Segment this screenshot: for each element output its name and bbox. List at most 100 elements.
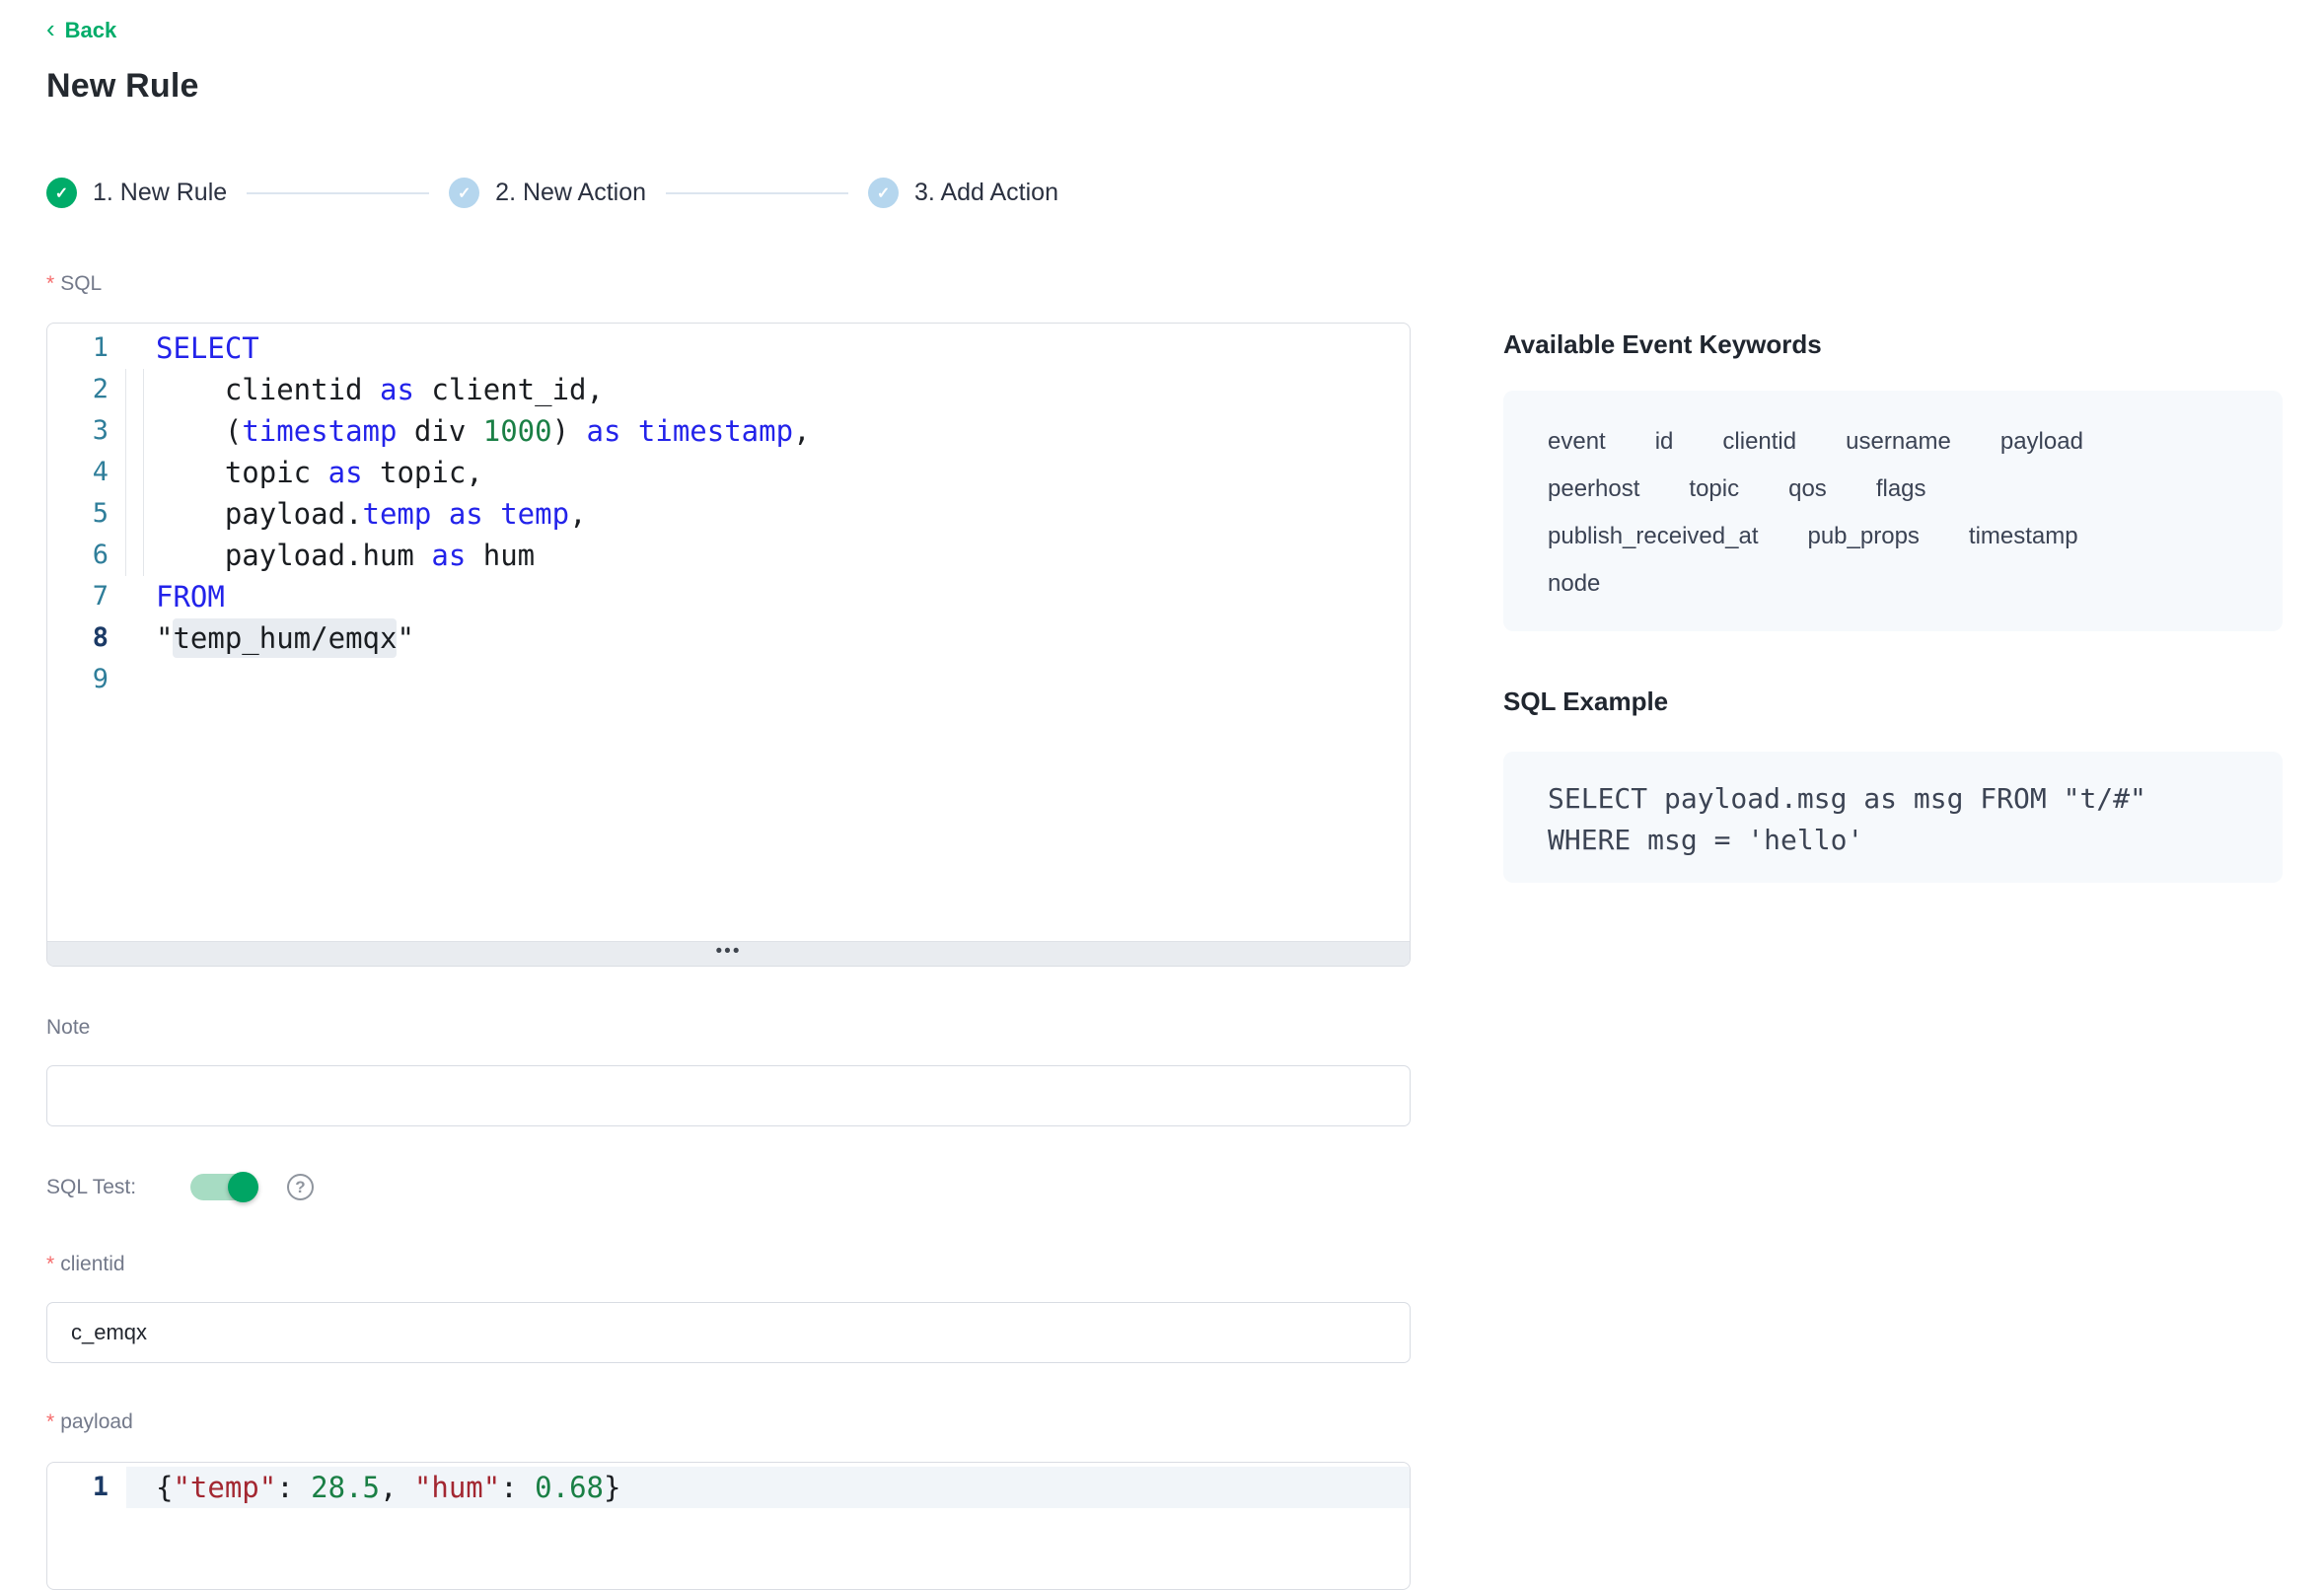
event-keyword: publish_received_at — [1548, 523, 1758, 550]
line-number: 3 — [47, 410, 126, 452]
payload-editor[interactable]: 1{"temp": 28.5, "hum": 0.68} — [46, 1462, 1411, 1590]
code-token — [620, 414, 637, 448]
event-keyword: payload — [2000, 428, 2083, 456]
event-keyword: qos — [1788, 475, 1827, 503]
note-field-label: Note — [46, 1016, 90, 1040]
code-token: div — [397, 414, 482, 448]
code-token: , — [569, 497, 586, 531]
step-item-1[interactable]: ✓ 1. New Rule — [46, 178, 227, 208]
code-token: temp_hum/emqx — [173, 618, 397, 658]
page-title: New Rule — [46, 67, 199, 106]
code-token: , — [380, 1471, 414, 1504]
event-keyword: timestamp — [1969, 523, 2078, 550]
sql-example-title: SQL Example — [1503, 687, 1668, 717]
event-keyword: peerhost — [1548, 475, 1639, 503]
code-token: ( — [156, 414, 242, 448]
line-number: 1 — [47, 1467, 126, 1508]
step-label: 1. New Rule — [93, 179, 227, 207]
step-check-icon: ✓ — [449, 178, 479, 208]
code-token: client_id, — [414, 373, 604, 406]
step-label: 3. Add Action — [914, 179, 1058, 207]
line-number: 8 — [47, 617, 126, 659]
line-number: 4 — [47, 452, 126, 493]
keyword-row: node — [1548, 560, 2238, 608]
line-number: 2 — [47, 369, 126, 410]
clientid-field-label: *clientid — [46, 1253, 125, 1276]
drag-dots-icon: ••• — [716, 942, 742, 961]
code-token: topic — [156, 456, 328, 489]
event-keyword: id — [1655, 428, 1674, 456]
sql-editor[interactable]: 1SELECT2 clientid as client_id,3 (timest… — [46, 323, 1411, 967]
chevron-left-icon: ‹ — [46, 16, 55, 41]
code-token: , — [793, 414, 810, 448]
code-line-content: (timestamp div 1000) as timestamp, — [126, 410, 1410, 452]
indent-guide — [143, 369, 144, 576]
code-line-content: payload.hum as hum — [126, 535, 1410, 576]
step-connector — [666, 192, 848, 194]
keyword-row: publish_received_at pub_props timestamp — [1548, 513, 2238, 560]
code-token: "hum" — [414, 1471, 500, 1504]
code-line: 9 — [47, 659, 1410, 700]
code-token: topic, — [363, 456, 483, 489]
code-line: 7FROM — [47, 576, 1410, 617]
sql-editor-lines[interactable]: 1SELECT2 clientid as client_id,3 (timest… — [47, 324, 1410, 700]
sql-example-line: WHERE msg = 'hello' — [1548, 820, 2238, 861]
editor-resize-handle[interactable]: ••• — [47, 941, 1410, 966]
note-input[interactable] — [46, 1065, 1411, 1126]
code-token: temp — [363, 497, 432, 531]
code-token: timestamp — [638, 414, 793, 448]
event-keyword: flags — [1876, 475, 1926, 503]
sql-example-panel: SELECT payload.msg as msg FROM "t/#"WHER… — [1503, 752, 2283, 883]
code-token: " — [397, 621, 413, 655]
code-token: ) — [552, 414, 587, 448]
code-token: : — [500, 1471, 535, 1504]
payload-editor-lines[interactable]: 1{"temp": 28.5, "hum": 0.68} — [47, 1463, 1410, 1508]
code-token: SELECT — [156, 331, 259, 365]
code-token: as — [380, 373, 414, 406]
event-keyword: event — [1548, 428, 1606, 456]
back-link[interactable]: ‹ Back — [46, 18, 116, 43]
code-token: as — [328, 456, 363, 489]
code-token: 28.5 — [311, 1471, 380, 1504]
code-line: 1{"temp": 28.5, "hum": 0.68} — [47, 1467, 1410, 1508]
required-mark: * — [46, 1410, 54, 1433]
keyword-row: peerhost topic qos flags — [1548, 466, 2238, 513]
code-token: hum — [466, 539, 535, 572]
code-line-content: clientid as client_id, — [126, 369, 1410, 410]
toggle-knob — [228, 1172, 258, 1202]
code-line: 4 topic as topic, — [47, 452, 1410, 493]
event-keyword: topic — [1689, 475, 1739, 503]
code-token: payload. — [156, 497, 363, 531]
code-line-content: FROM — [126, 576, 1410, 617]
code-token: } — [604, 1471, 620, 1504]
code-line: 1SELECT — [47, 327, 1410, 369]
code-token: " — [156, 621, 173, 655]
event-keyword: node — [1548, 570, 1600, 598]
event-keyword: pub_props — [1807, 523, 1919, 550]
keywords-panel-title: Available Event Keywords — [1503, 329, 1822, 360]
line-number: 6 — [47, 535, 126, 576]
help-icon[interactable]: ? — [287, 1174, 314, 1200]
line-number: 7 — [47, 576, 126, 617]
sql-test-toggle[interactable] — [190, 1174, 256, 1200]
code-line: 2 clientid as client_id, — [47, 369, 1410, 410]
step-item-3[interactable]: ✓3. Add Action — [868, 178, 1058, 208]
code-token: 1000 — [483, 414, 552, 448]
code-token: temp — [500, 497, 569, 531]
code-token: "temp" — [173, 1471, 276, 1504]
indent-guide — [125, 369, 126, 576]
step-item-2[interactable]: ✓2. New Action — [449, 178, 646, 208]
code-line: 5 payload.temp as temp, — [47, 493, 1410, 535]
code-token: payload.hum — [156, 539, 431, 572]
clientid-input[interactable] — [46, 1302, 1411, 1363]
step-check-icon: ✓ — [46, 178, 77, 208]
code-token: as — [431, 539, 466, 572]
steps-bar: ✓1. New Rule✓2. New Action✓3. Add Action — [46, 178, 1058, 208]
required-mark: * — [46, 272, 54, 295]
code-token: timestamp — [242, 414, 397, 448]
line-number: 9 — [47, 659, 126, 700]
code-token — [483, 497, 500, 531]
code-line-content — [126, 659, 1410, 700]
code-token: as — [587, 414, 621, 448]
code-token: as — [449, 497, 483, 531]
